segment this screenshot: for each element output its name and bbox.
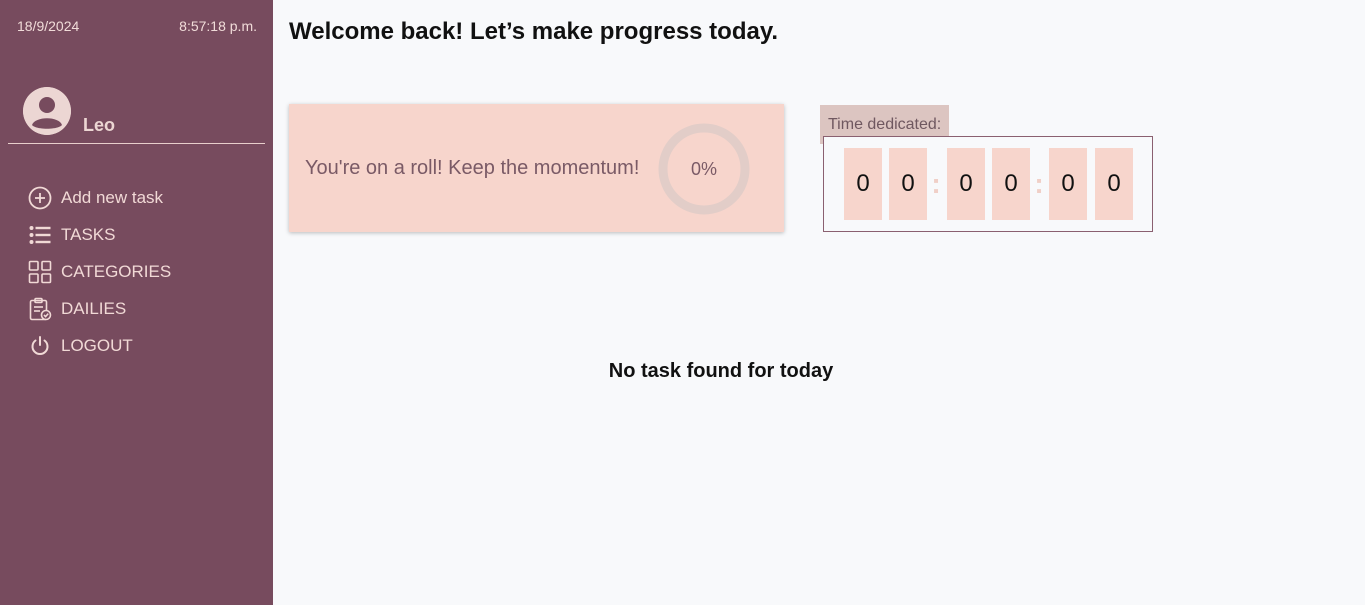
timer-separator: : [1034, 168, 1044, 199]
timer-digit: 0 [1049, 148, 1087, 220]
plus-circle-icon [28, 186, 52, 210]
sidebar-item-label: Add new task [61, 187, 164, 207]
empty-tasks-message: No task found for today [608, 360, 834, 382]
current-time: 8:57:18 p.m. [179, 18, 257, 34]
main-content: Welcome back! Let’s make progress today.… [273, 0, 1365, 605]
sidebar-item-logout[interactable]: LOGOUT [0, 327, 273, 364]
progress-card: You're on a roll! Keep the momentum! 0% [289, 104, 784, 232]
user-profile[interactable]: Leo [8, 86, 265, 144]
time-dedicated-timer: 0 0 : 0 0 : 0 0 [823, 136, 1153, 232]
timer-digit: 0 [992, 148, 1030, 220]
timer-digit: 0 [1095, 148, 1133, 220]
current-date: 18/9/2024 [17, 18, 80, 34]
progress-percent: 0% [690, 158, 717, 179]
power-icon [28, 334, 52, 358]
avatar-icon [23, 87, 71, 135]
sidebar-item-dailies[interactable]: DAILIES [0, 290, 273, 327]
progress-ring: 0% [657, 122, 751, 216]
page-title: Welcome back! Let’s make progress today. [289, 18, 779, 45]
username: Leo [83, 115, 116, 135]
sidebar-nav: Add new task TASKS CATEGORIES DAILIES LO… [0, 179, 273, 364]
sidebar-item-label: DAILIES [61, 298, 127, 318]
sidebar-item-tasks[interactable]: TASKS [0, 216, 273, 253]
timer-digit: 0 [844, 148, 882, 220]
timer-separator: : [931, 168, 941, 199]
progress-message: You're on a roll! Keep the momentum! [305, 157, 640, 179]
list-icon [28, 223, 52, 247]
clipboard-check-icon [28, 297, 52, 321]
sidebar-item-label: LOGOUT [61, 335, 133, 355]
sidebar-item-label: TASKS [61, 224, 116, 244]
sidebar-datetime: 18/9/2024 8:57:18 p.m. [0, 18, 273, 36]
sidebar-item-add-new-task[interactable]: Add new task [0, 179, 273, 216]
sidebar: 18/9/2024 8:57:18 p.m. Leo Add new task [0, 0, 273, 605]
timer-digit: 0 [889, 148, 927, 220]
sidebar-item-categories[interactable]: CATEGORIES [0, 253, 273, 290]
sidebar-item-label: CATEGORIES [61, 261, 172, 281]
grid-icon [28, 260, 52, 284]
timer-digit: 0 [947, 148, 985, 220]
